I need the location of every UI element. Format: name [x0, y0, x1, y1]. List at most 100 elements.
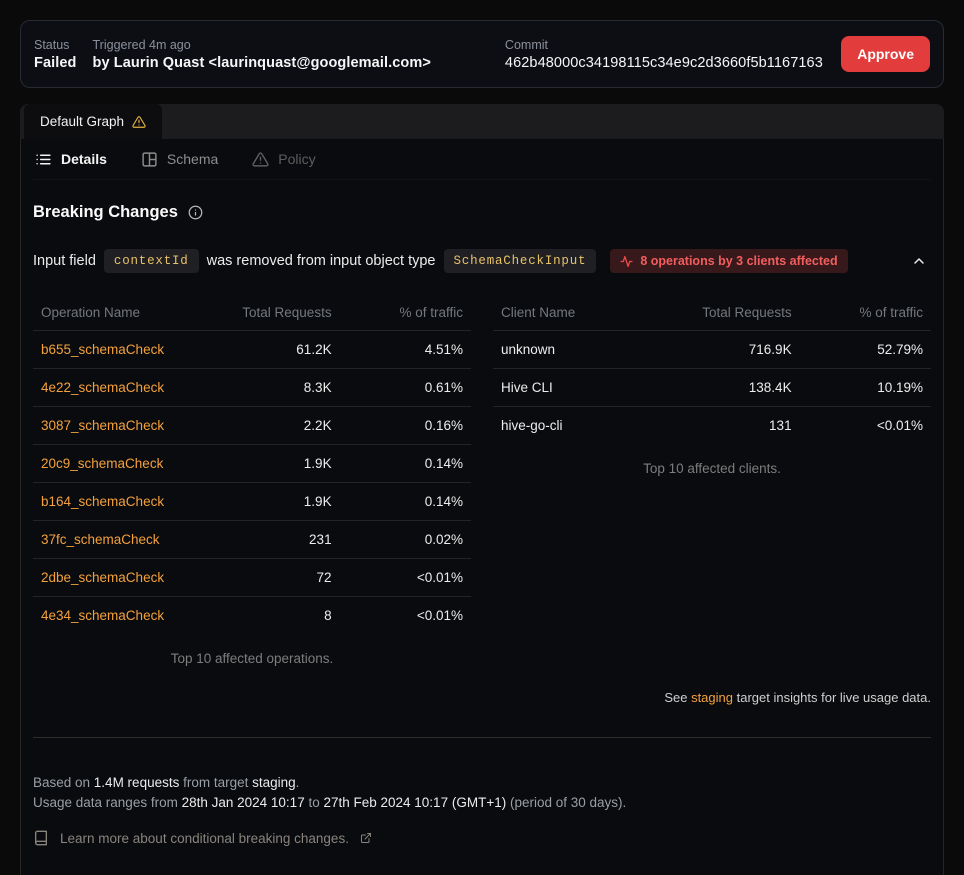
op-requests: 231 — [217, 521, 340, 559]
staging-target-link[interactable]: staging — [691, 690, 733, 705]
client-requests: 138.4K — [677, 369, 800, 407]
client-requests: 131 — [677, 407, 800, 445]
table-row: 2dbe_schemaCheck 72 <0.01% — [33, 559, 471, 597]
usage-from-target: from target — [179, 775, 252, 790]
triggered-by: by Laurin Quast <laurinquast@googlemail.… — [93, 55, 431, 71]
learn-more-link[interactable]: Learn more about conditional breaking ch… — [33, 830, 931, 846]
insights-note: See staging target insights for live usa… — [33, 690, 931, 705]
client-traffic: <0.01% — [800, 407, 931, 445]
affected-badge-label: 8 operations by 3 clients affected — [640, 254, 837, 268]
usage-period-end: . — [296, 775, 300, 790]
op-traffic: 0.14% — [340, 445, 471, 483]
change-text-prefix: Input field — [33, 253, 96, 269]
policy-warning-icon — [252, 151, 269, 168]
table-row: b655_schemaCheck 61.2K 4.51% — [33, 331, 471, 369]
ops-header-traffic: % of traffic — [340, 295, 471, 331]
change-text-middle: was removed from input object type — [207, 253, 436, 269]
clients-header-name: Client Name — [493, 295, 677, 331]
op-requests: 8.3K — [217, 369, 340, 407]
usage-summary: Based on 1.4M requests from target stagi… — [33, 773, 931, 813]
section-divider — [33, 737, 931, 738]
usage-range-line: Usage data ranges from 28th Jan 2024 10:… — [33, 793, 931, 813]
check-status-card: Status Failed Triggered 4m ago by Laurin… — [20, 20, 944, 88]
external-link-icon — [360, 832, 372, 844]
client-traffic: 52.79% — [800, 331, 931, 369]
usage-range-start: 28th Jan 2024 10:17 — [182, 795, 305, 810]
operation-link[interactable]: 37fc_schemaCheck — [41, 532, 160, 547]
tab-schema-label: Schema — [167, 151, 218, 167]
change-field-chip: contextId — [104, 249, 199, 273]
usage-target-name: staging — [252, 775, 296, 790]
operation-link[interactable]: 4e34_schemaCheck — [41, 608, 164, 623]
usage-range-prefix: Usage data ranges from — [33, 795, 182, 810]
info-icon[interactable] — [188, 205, 203, 220]
breaking-changes-header: Breaking Changes — [33, 203, 931, 222]
operation-link[interactable]: 20c9_schemaCheck — [41, 456, 163, 471]
table-row: 4e34_schemaCheck 8 <0.01% — [33, 597, 471, 635]
operation-link[interactable]: b655_schemaCheck — [41, 342, 164, 357]
tab-default-graph[interactable]: Default Graph — [24, 104, 162, 139]
operation-link[interactable]: 2dbe_schemaCheck — [41, 570, 164, 585]
check-details-card: Details Schema Policy Breaking Changes I… — [20, 139, 944, 875]
usage-tables: Operation Name Total Requests % of traff… — [33, 295, 931, 666]
op-traffic: <0.01% — [340, 559, 471, 597]
list-icon — [35, 151, 52, 168]
op-traffic: 0.14% — [340, 483, 471, 521]
clients-header-traffic: % of traffic — [800, 295, 931, 331]
status-value: Failed — [34, 55, 77, 71]
tab-details-label: Details — [61, 151, 107, 167]
tab-policy[interactable]: Policy — [252, 151, 315, 168]
clients-header-requests: Total Requests — [677, 295, 800, 331]
op-requests: 2.2K — [217, 407, 340, 445]
breaking-change-row[interactable]: Input field contextId was removed from i… — [33, 249, 931, 273]
chevron-up-icon[interactable] — [911, 253, 927, 269]
clients-table: Client Name Total Requests % of traffic … — [493, 295, 931, 444]
op-traffic: 0.61% — [340, 369, 471, 407]
clients-column: Client Name Total Requests % of traffic … — [493, 295, 931, 666]
learn-more-label: Learn more about conditional breaking ch… — [60, 831, 349, 846]
triggered-label: Triggered 4m ago — [93, 38, 431, 52]
activity-pulse-icon — [620, 255, 633, 268]
operations-caption: Top 10 affected operations. — [33, 651, 471, 666]
client-name: hive-go-cli — [493, 407, 677, 445]
status-label: Status — [34, 38, 77, 52]
operation-link[interactable]: 3087_schemaCheck — [41, 418, 164, 433]
usage-based-line: Based on 1.4M requests from target stagi… — [33, 773, 931, 793]
table-row: 3087_schemaCheck 2.2K 0.16% — [33, 407, 471, 445]
insights-note-prefix: See — [664, 690, 691, 705]
approve-button[interactable]: Approve — [841, 36, 930, 72]
commit-label: Commit — [505, 38, 823, 52]
insights-note-suffix: target insights for live usage data. — [733, 690, 931, 705]
table-row: 4e22_schemaCheck 8.3K 0.61% — [33, 369, 471, 407]
client-name: unknown — [493, 331, 677, 369]
table-row: Hive CLI 138.4K 10.19% — [493, 369, 931, 407]
graph-tab-strip: Default Graph — [20, 104, 944, 139]
table-row: hive-go-cli 131 <0.01% — [493, 407, 931, 445]
commit-column: Commit 462b48000c34198115c34e9c2d3660f5b… — [505, 38, 823, 71]
operations-table: Operation Name Total Requests % of traff… — [33, 295, 471, 634]
affected-operations-badge: 8 operations by 3 clients affected — [610, 249, 847, 273]
client-traffic: 10.19% — [800, 369, 931, 407]
operation-link[interactable]: b164_schemaCheck — [41, 494, 164, 509]
section-title: Breaking Changes — [33, 203, 178, 222]
usage-request-count: 1.4M requests — [94, 775, 180, 790]
tab-schema[interactable]: Schema — [141, 151, 218, 168]
usage-based-prefix: Based on — [33, 775, 94, 790]
ops-header-name: Operation Name — [33, 295, 217, 331]
table-row: b164_schemaCheck 1.9K 0.14% — [33, 483, 471, 521]
schema-panels-icon — [141, 151, 158, 168]
tab-details[interactable]: Details — [35, 151, 107, 168]
op-traffic: <0.01% — [340, 597, 471, 635]
operation-link[interactable]: 4e22_schemaCheck — [41, 380, 164, 395]
check-subnav: Details Schema Policy — [33, 139, 931, 180]
client-name: Hive CLI — [493, 369, 677, 407]
usage-range-suffix: (period of 30 days). — [506, 795, 626, 810]
warning-triangle-icon — [132, 115, 146, 129]
op-traffic: 0.16% — [340, 407, 471, 445]
commit-hash: 462b48000c34198115c34e9c2d3660f5b1167163 — [505, 55, 823, 71]
table-row: 20c9_schemaCheck 1.9K 0.14% — [33, 445, 471, 483]
op-requests: 8 — [217, 597, 340, 635]
tab-policy-label: Policy — [278, 151, 315, 167]
ops-header-requests: Total Requests — [217, 295, 340, 331]
book-icon — [33, 830, 49, 846]
